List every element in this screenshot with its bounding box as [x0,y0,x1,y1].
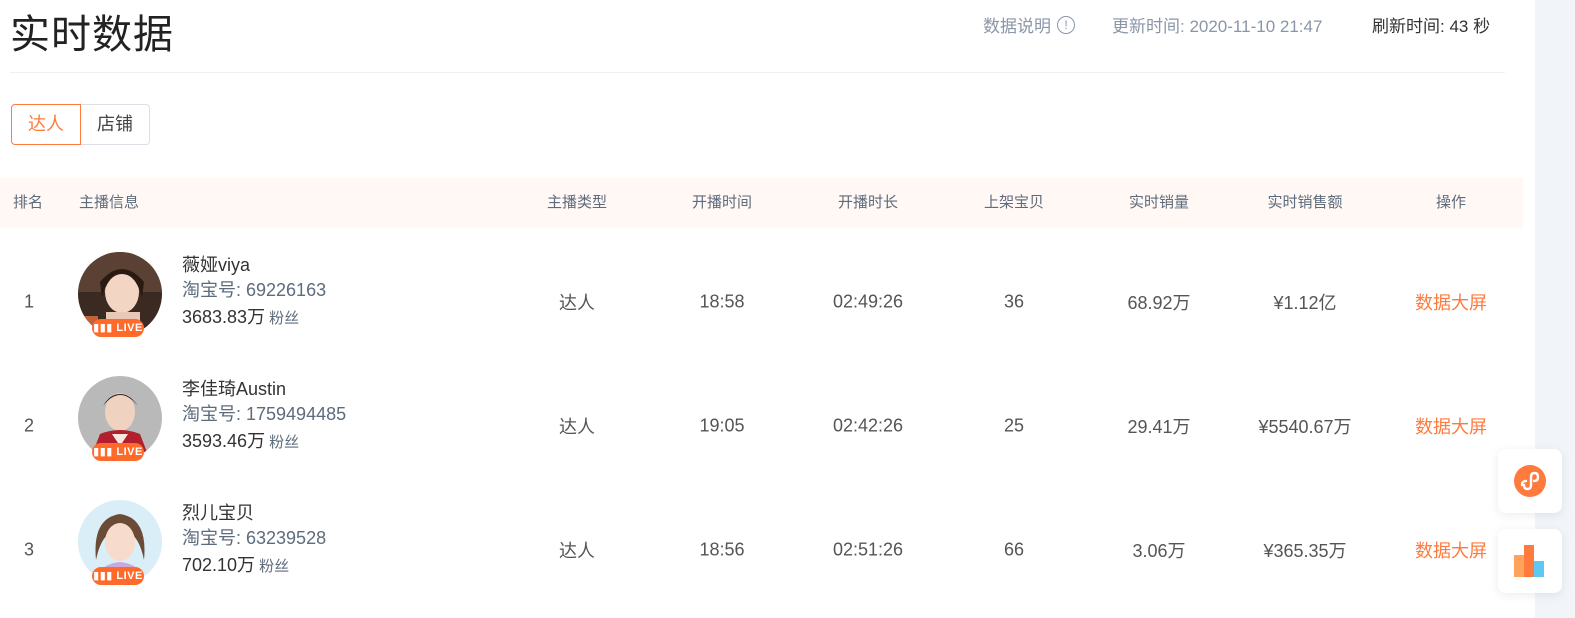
anchor-name[interactable]: 烈儿宝贝 [182,499,254,525]
col-action: 操作 [1435,194,1467,211]
taobao-id: 淘宝号: 69226163 [182,280,327,300]
sales-amount-cell: ¥365.35万 [1263,541,1347,561]
rank-cell: 1 [23,291,35,312]
sales-volume-cell: 3.06万 [1132,541,1186,561]
header-divider [10,72,1505,73]
col-start-time: 开播时间 [691,194,753,211]
data-help-label: 数据说明 [983,17,1051,36]
tab-group: 达人 店铺 [11,104,150,145]
col-sales-volume: 实时销量 [1128,194,1190,211]
items-cell: 25 [1003,415,1025,436]
table-row: 1 ▮▮▮ LIVE 薇娅viya 淘宝号: 69226163 3683.83万… [0,240,1523,364]
right-sidebar-strip [1535,0,1575,618]
live-badge: ▮▮▮ LIVE [92,319,144,337]
fans-count: 3683.83万 粉丝 [182,303,299,329]
anchor-name[interactable]: 李佳琦Austin [182,375,286,401]
duration-cell: 02:49:26 [832,291,904,312]
live-badge: ▮▮▮ LIVE [92,443,144,461]
bar-chart-icon [1514,545,1544,577]
rank-cell: 3 [23,539,35,560]
data-screen-link[interactable]: 数据大屏 [1415,413,1487,439]
refresh-unit: 秒 [1473,17,1491,36]
mini-program-icon [1514,465,1546,497]
fans-label: 粉丝 [269,310,300,327]
items-cell: 66 [1003,539,1025,560]
rank-cell: 2 [23,415,35,436]
col-rank: 排名 [13,194,44,211]
chart-button[interactable] [1498,529,1562,593]
refresh-label: 刷新时间: [1372,17,1445,36]
duration-cell: 02:42:26 [832,415,904,436]
anchor-type-cell: 达人 [559,541,595,561]
data-help[interactable]: 数据说明 ! [983,12,1075,37]
live-badge: ▮▮▮ LIVE [92,567,144,585]
fans-label: 粉丝 [259,558,290,575]
start-time-cell: 18:56 [699,539,745,560]
col-items: 上架宝贝 [983,194,1045,211]
fans-label: 粉丝 [269,434,300,451]
col-anchor-type: 主播类型 [546,194,608,211]
table-row: 3 ▮▮▮ LIVE 烈儿宝贝 淘宝号: 63239528 702.10万 粉丝 … [0,488,1523,612]
tab-store[interactable]: 店铺 [81,104,150,145]
tab-influencer[interactable]: 达人 [11,104,81,145]
live-badge-label: LIVE [116,322,143,334]
data-screen-link[interactable]: 数据大屏 [1415,289,1487,315]
mini-program-button[interactable] [1498,449,1562,513]
fans-count: 702.10万 粉丝 [182,551,289,577]
anchor-name[interactable]: 薇娅viya [182,251,250,277]
refresh-countdown: 43 [1449,17,1469,36]
fans-value: 3593.46万 [182,431,266,451]
live-badge-label: LIVE [116,446,143,458]
col-duration: 开播时长 [837,194,899,211]
col-sales-amount: 实时销售额 [1267,194,1343,211]
data-screen-link[interactable]: 数据大屏 [1415,537,1487,563]
sales-volume-cell: 29.41万 [1127,417,1191,437]
anchor-type-cell: 达人 [559,417,595,437]
sales-amount-cell: ¥1.12亿 [1273,293,1337,313]
taobao-id: 淘宝号: 1759494485 [182,404,347,424]
update-time: 更新时间: 2020-11-10 21:47 [1112,17,1323,36]
col-anchor-info: 主播信息 [79,194,140,211]
taobao-id: 淘宝号: 63239528 [182,528,327,548]
table-header: 排名 主播信息 主播类型 开播时间 开播时长 上架宝贝 实时销量 实时销售额 操… [0,178,1523,228]
sales-amount-cell: ¥5540.67万 [1258,417,1352,437]
duration-cell: 02:51:26 [832,539,904,560]
fans-value: 702.10万 [182,555,256,575]
refresh-time: 刷新时间: 43 秒 [1372,12,1490,37]
table-row: 2 ▮▮▮ LIVE 李佳琦Austin 淘宝号: 1759494485 359… [0,364,1523,488]
fans-count: 3593.46万 粉丝 [182,427,299,453]
start-time-cell: 19:05 [699,415,745,436]
start-time-cell: 18:58 [699,291,745,312]
items-cell: 36 [1003,291,1025,312]
page-title: 实时数据 [10,13,174,57]
live-badge-label: LIVE [116,570,143,582]
sales-volume-cell: 68.92万 [1127,293,1191,313]
anchor-type-cell: 达人 [559,293,595,313]
fans-value: 3683.83万 [182,307,266,327]
info-circle-icon[interactable]: ! [1057,15,1075,34]
